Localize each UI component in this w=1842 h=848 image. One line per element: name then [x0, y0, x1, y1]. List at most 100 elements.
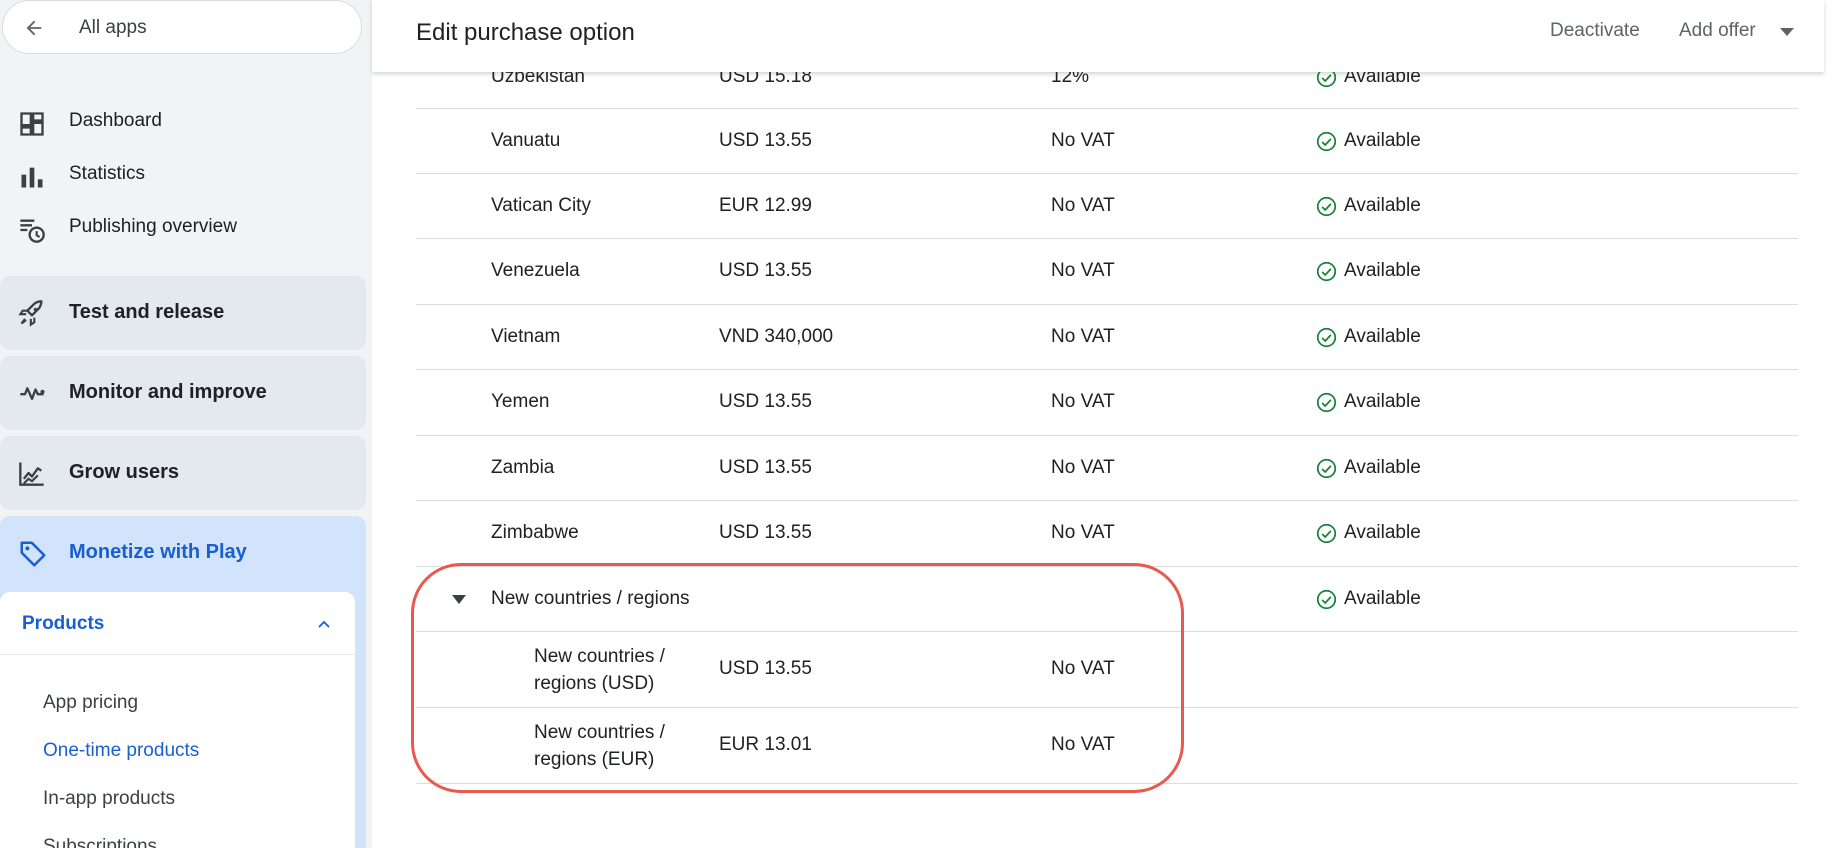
- check-circle-icon: [1316, 523, 1337, 544]
- table-row: Vietnam VND 340,000 No VAT Available: [416, 305, 1798, 370]
- all-apps-label: All apps: [79, 17, 147, 38]
- pulse-icon: [20, 387, 45, 400]
- price-cell: USD 13.55: [719, 522, 812, 543]
- status-cell: Available: [1316, 130, 1421, 152]
- country-cell-line: regions (USD): [534, 673, 655, 694]
- status-cell: Available: [1316, 260, 1421, 282]
- products-panel: Products App pricing One-time products I…: [0, 592, 355, 848]
- country-cell: New countries / regions (EUR): [534, 719, 665, 773]
- sidebar-item-statistics[interactable]: Statistics: [0, 149, 366, 201]
- arrow-back-icon: [26, 20, 42, 36]
- table-row: Zimbabwe USD 13.55 No VAT Available: [416, 501, 1798, 567]
- status-label: Available: [1344, 195, 1421, 216]
- sidebar-item-label: Statistics: [69, 163, 146, 184]
- tax-cell: No VAT: [1051, 260, 1115, 281]
- status-cell: Available: [1316, 588, 1421, 610]
- add-offer-button[interactable]: Add offer: [1679, 20, 1756, 42]
- products-toggle[interactable]: Products: [0, 592, 355, 655]
- page-title: Edit purchase option: [416, 19, 635, 46]
- price-cell: VND 340,000: [719, 326, 834, 347]
- price-cell: EUR 12.99: [719, 195, 812, 216]
- check-circle-icon: [1316, 589, 1337, 610]
- status-label: Available: [1344, 260, 1421, 281]
- rocket-icon: [18, 300, 43, 327]
- price-cell: USD 13.55: [719, 260, 812, 281]
- check-circle-icon: [1316, 196, 1337, 217]
- country-cell: Vatican City: [491, 195, 591, 216]
- schedule-list-icon: [20, 219, 45, 243]
- sidebar-subitem-subscriptions[interactable]: Subscriptions: [43, 836, 157, 848]
- status-label: Available: [1344, 588, 1421, 609]
- sidebar-section-monitor-and-improve[interactable]: Monitor and improve: [0, 356, 366, 430]
- tag-icon: [20, 541, 46, 567]
- country-cell: Yemen: [491, 391, 550, 412]
- sidebar-item-dashboard[interactable]: Dashboard: [0, 96, 366, 148]
- sidebar-subitem-app-pricing[interactable]: App pricing: [43, 692, 138, 714]
- tax-cell: No VAT: [1051, 522, 1115, 543]
- sidebar-section-monetize-with-play[interactable]: Monetize with Play Products App pricing …: [0, 516, 366, 848]
- tax-cell: No VAT: [1051, 326, 1115, 347]
- sidebar-section-label: Monetize with Play: [69, 541, 247, 563]
- table-subrow: New countries / regions (USD) USD 13.55 …: [416, 632, 1798, 708]
- page-header: Edit purchase option Deactivate Add offe…: [372, 0, 1824, 72]
- table-row: Zambia USD 13.55 No VAT Available: [416, 436, 1798, 501]
- sidebar-item-label: Publishing overview: [69, 216, 237, 237]
- collapse-caret-icon[interactable]: [452, 595, 466, 604]
- status-label: Available: [1344, 326, 1421, 347]
- price-cell: USD 13.55: [719, 391, 812, 412]
- country-cell-line: New countries /: [534, 722, 665, 743]
- sidebar-section-label: Test and release: [69, 301, 225, 323]
- sidebar-section-grow-users[interactable]: Grow users: [0, 436, 366, 510]
- products-label: Products: [22, 613, 105, 634]
- country-cell-line: New countries /: [534, 646, 665, 667]
- group-label: New countries / regions: [491, 588, 690, 609]
- check-circle-icon: [1316, 261, 1337, 282]
- country-cell-line: regions (EUR): [534, 749, 655, 770]
- table-row: Vanuatu USD 13.55 No VAT Available: [416, 109, 1798, 174]
- country-cell: New countries / regions (USD): [534, 643, 665, 697]
- tax-cell: No VAT: [1051, 734, 1115, 755]
- status-cell: Available: [1316, 195, 1421, 217]
- tax-cell: No VAT: [1051, 457, 1115, 478]
- sidebar-section-test-and-release[interactable]: Test and release: [0, 276, 366, 350]
- growth-chart-icon: [19, 462, 44, 486]
- sidebar-subitem-in-app-products[interactable]: In-app products: [43, 788, 175, 810]
- table-subrow: New countries / regions (EUR) EUR 13.01 …: [416, 708, 1798, 784]
- price-cell: USD 13.55: [719, 130, 812, 151]
- check-circle-icon: [1316, 392, 1337, 413]
- status-cell: Available: [1316, 326, 1421, 348]
- status-label: Available: [1344, 522, 1421, 543]
- tax-cell: No VAT: [1051, 658, 1115, 679]
- status-label: Available: [1344, 391, 1421, 412]
- country-cell: Venezuela: [491, 260, 580, 281]
- chevron-up-icon: [318, 620, 330, 628]
- check-circle-icon: [1316, 131, 1337, 152]
- country-cell: Vietnam: [491, 326, 561, 347]
- country-cell: Zimbabwe: [491, 522, 579, 543]
- table-group-row[interactable]: New countries / regions Available: [416, 567, 1798, 632]
- sidebar-subitem-one-time-products[interactable]: One-time products: [43, 740, 199, 762]
- sidebar-section-label: Monitor and improve: [69, 381, 267, 403]
- sidebar-item-publishing-overview[interactable]: Publishing overview: [0, 202, 366, 254]
- status-label: Available: [1344, 130, 1421, 151]
- status-cell: Available: [1316, 391, 1421, 413]
- main-content: Edit purchase option Deactivate Add offe…: [372, 0, 1842, 848]
- check-circle-icon: [1316, 327, 1337, 348]
- country-cell: Zambia: [491, 457, 555, 478]
- all-apps-button[interactable]: All apps: [2, 0, 362, 54]
- tax-cell: No VAT: [1051, 195, 1115, 216]
- check-circle-icon: [1316, 458, 1337, 479]
- tax-cell: No VAT: [1051, 130, 1115, 151]
- table-row: Venezuela USD 13.55 No VAT Available: [416, 239, 1798, 305]
- price-cell: USD 13.55: [719, 457, 812, 478]
- sidebar: All apps Dashboard Statistics Publishing…: [0, 0, 372, 848]
- price-cell: USD 13.55: [719, 658, 812, 679]
- status-label: Available: [1344, 457, 1421, 478]
- deactivate-button[interactable]: Deactivate: [1550, 20, 1640, 42]
- sidebar-section-label: Grow users: [69, 461, 180, 483]
- table-row: Vatican City EUR 12.99 No VAT Available: [416, 174, 1798, 239]
- table-row: Yemen USD 13.55 No VAT Available: [416, 370, 1798, 436]
- country-cell: Vanuatu: [491, 130, 561, 151]
- bar-chart-icon: [21, 167, 43, 188]
- dashboard-icon: [20, 112, 44, 136]
